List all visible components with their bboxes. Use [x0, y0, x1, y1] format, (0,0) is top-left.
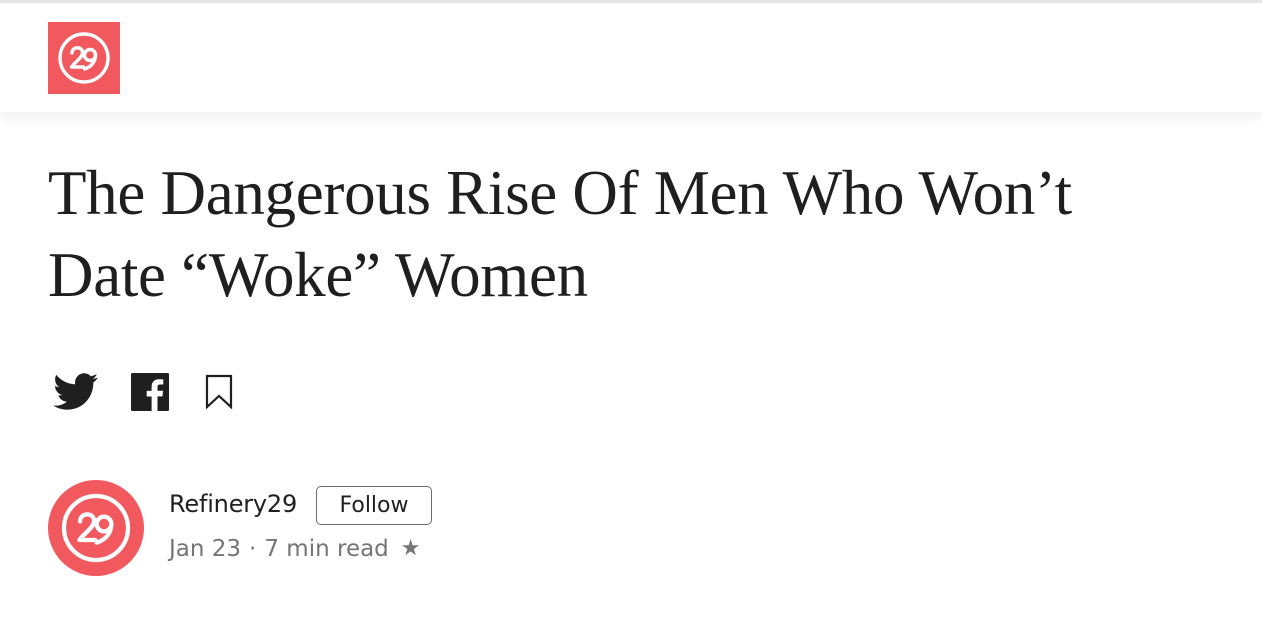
article-meta: Jan 23 · 7 min read ★	[169, 533, 421, 565]
member-star-icon: ★	[400, 536, 421, 561]
read-time: 7 min read	[264, 536, 389, 562]
bookmark-button[interactable]	[204, 372, 234, 412]
author-avatar[interactable]	[48, 480, 144, 576]
refinery29-logo-icon	[61, 493, 131, 563]
follow-button[interactable]: Follow	[316, 486, 432, 525]
twitter-share-button[interactable]	[52, 370, 100, 414]
refinery29-logo[interactable]	[48, 22, 120, 94]
facebook-icon	[131, 373, 169, 411]
refinery29-logo-icon	[58, 32, 110, 84]
top-bar	[0, 0, 1262, 112]
twitter-icon	[53, 373, 99, 410]
facebook-share-button[interactable]	[130, 372, 170, 412]
publish-date: Jan 23	[169, 536, 242, 562]
article-title: The Dangerous Rise Of Men Who Won’t Date…	[48, 158, 1072, 310]
bookmark-icon	[205, 374, 233, 410]
meta-separator: ·	[249, 536, 257, 562]
share-bar	[52, 370, 234, 414]
author-name-link[interactable]: Refinery29	[169, 487, 297, 521]
